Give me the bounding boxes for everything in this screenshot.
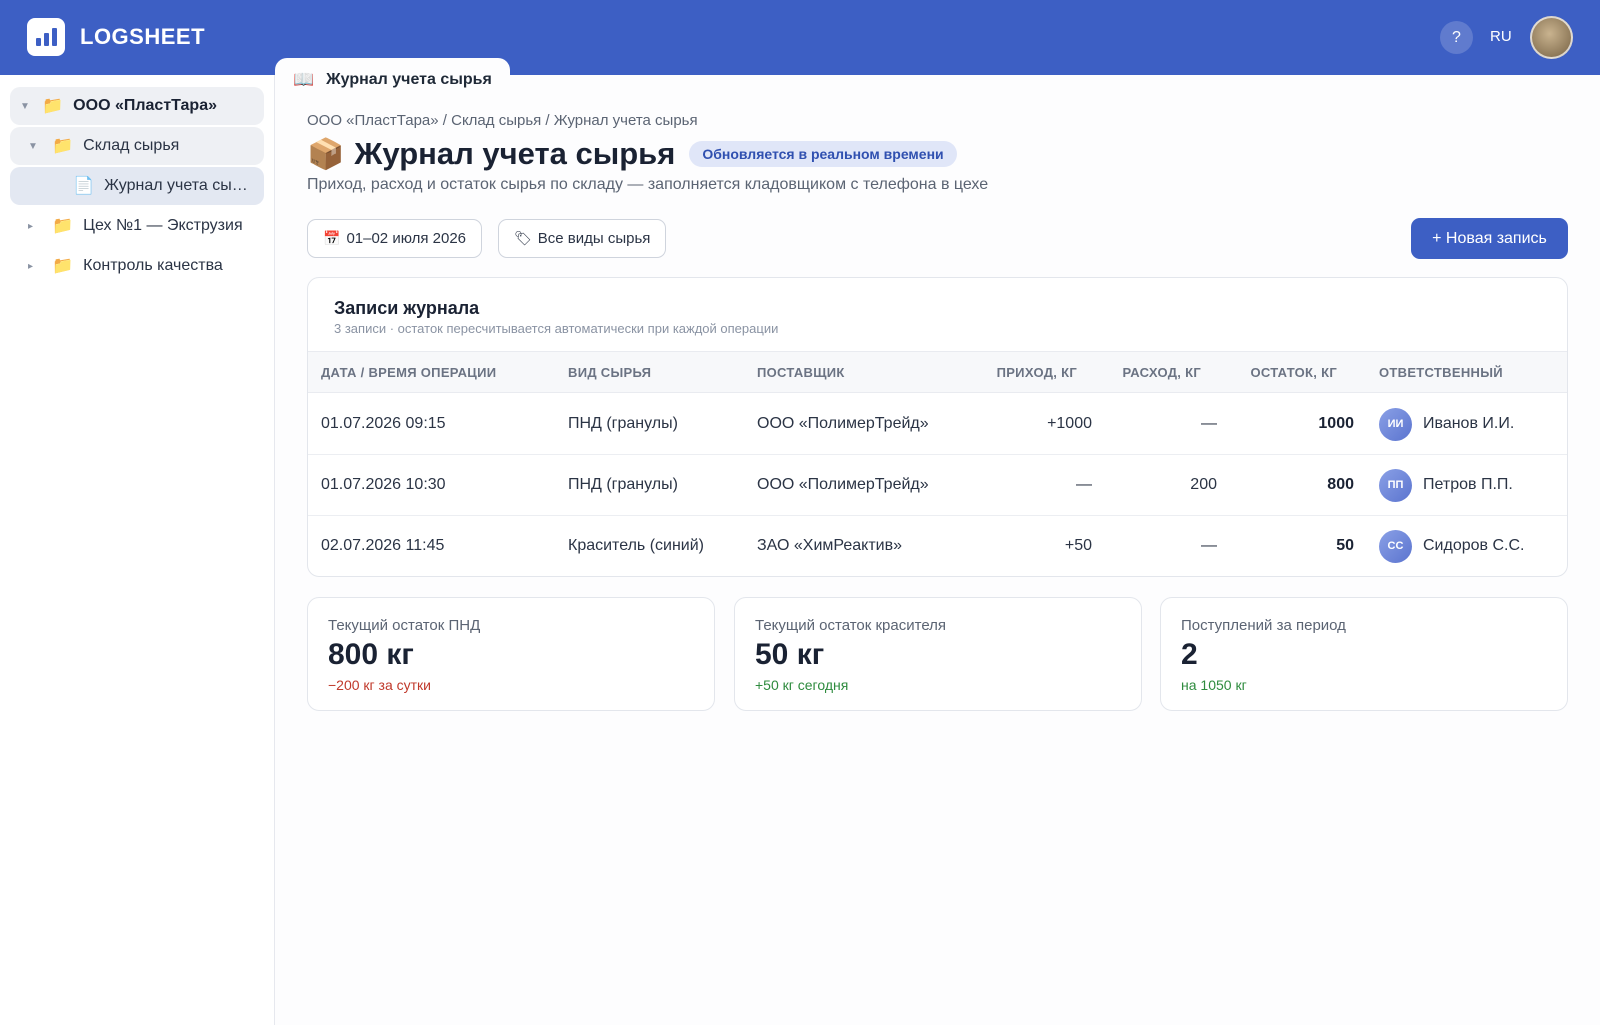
- cell-supplier: ЗАО «ХимРеактив»: [757, 537, 902, 554]
- date-filter-button[interactable]: 📅 01–02 июля 2026: [307, 219, 483, 258]
- column-header[interactable]: ОСТАТОК, КГ: [1250, 365, 1337, 380]
- stat-trend: на 1050 кг: [1181, 677, 1247, 693]
- top-bar: LOGSHEET ? RU: [0, 0, 1600, 75]
- cell-responsible: Сидоров С.С.: [1423, 537, 1525, 554]
- table-row[interactable]: 01.07.2026 10:30 ПНД (гранулы) ООО «Поли…: [308, 455, 1567, 516]
- language-switch[interactable]: RU: [1490, 28, 1512, 45]
- calendar-icon: 📅: [323, 230, 341, 246]
- cell-expense: 200: [1190, 476, 1217, 493]
- user-avatar[interactable]: [1530, 16, 1573, 59]
- page-title: Журнал учета сырья: [354, 136, 676, 171]
- cell-supplier: ООО «ПолимерТрейд»: [757, 415, 929, 432]
- cell-income: —: [1076, 476, 1092, 493]
- logo-chart-icon[interactable]: [27, 18, 65, 56]
- material-filter-button[interactable]: 🏷 Все виды сырья: [498, 219, 667, 258]
- table-header: ДАТА / ВРЕМЯ ОПЕРАЦИИ ВИД СЫРЬЯ ПОСТАВЩИ…: [308, 351, 1567, 393]
- cell-income: +1000: [1047, 415, 1092, 432]
- tree-item-warehouse[interactable]: ▼ 📁 Склад сырья: [10, 127, 264, 165]
- table-row[interactable]: 02.07.2026 11:45 Краситель (синий) ЗАО «…: [308, 516, 1567, 576]
- document-icon: 📄: [73, 176, 95, 195]
- new-record-button[interactable]: + Новая запись: [1411, 218, 1568, 259]
- folder-icon: 📁: [52, 256, 74, 275]
- brand-name: LOGSHEET: [80, 24, 206, 49]
- cell-balance: 800: [1327, 476, 1354, 493]
- cell-expense: —: [1201, 537, 1217, 554]
- avatar: СС: [1379, 530, 1412, 563]
- material-filter-label: Все виды сырья: [537, 230, 651, 247]
- cell-income: +50: [1064, 537, 1092, 554]
- card-subtitle: 3 записи · остаток пересчитывается автом…: [334, 321, 779, 336]
- card-title: Записи журнала: [334, 298, 480, 318]
- tree-item-company[interactable]: ▼ 📁 ООО «ПластТара»: [10, 87, 264, 125]
- stat-label: Текущий остаток ПНД: [328, 617, 481, 634]
- column-header[interactable]: ДАТА / ВРЕМЯ ОПЕРАЦИИ: [321, 365, 496, 380]
- tree-item-label: ООО «ПластТара»: [73, 97, 217, 114]
- avatar: ИИ: [1379, 408, 1412, 441]
- tree-item-label: Журнал учета сырья: [104, 177, 255, 194]
- help-button[interactable]: ?: [1440, 21, 1473, 54]
- stat-trend: +50 кг сегодня: [755, 677, 849, 693]
- cell-supplier: ООО «ПолимерТрейд»: [757, 476, 929, 493]
- chevron-down-icon[interactable]: ▼: [28, 141, 40, 152]
- book-icon: 📖: [293, 70, 315, 89]
- column-header[interactable]: ВИД СЫРЬЯ: [568, 365, 651, 380]
- tree-item-label: Склад сырья: [83, 137, 180, 154]
- stat-card-dye: Текущий остаток красителя 50 кг +50 кг с…: [734, 597, 1142, 711]
- tab-journal[interactable]: 📖 Журнал учета сырья: [275, 58, 510, 102]
- cell-datetime: 02.07.2026 11:45: [321, 537, 445, 554]
- tree-item-label: Цех №1 — Экструзия: [83, 217, 243, 234]
- breadcrumb[interactable]: ООО «ПластТара» / Склад сырья / Журнал у…: [307, 112, 698, 129]
- stat-value: 2: [1181, 638, 1198, 671]
- column-header[interactable]: ОТВЕТСТВЕННЫЙ: [1379, 365, 1503, 380]
- stat-label: Текущий остаток красителя: [755, 617, 947, 634]
- cell-material: Краситель (синий): [568, 537, 704, 554]
- cell-material: ПНД (гранулы): [568, 476, 678, 493]
- cell-responsible: Иванов И.И.: [1423, 415, 1515, 432]
- status-badge: Обновляется в реальном времени: [689, 141, 957, 167]
- column-header[interactable]: ПРИХОД, КГ: [997, 365, 1077, 380]
- cell-material: ПНД (гранулы): [568, 415, 678, 432]
- table-row[interactable]: 01.07.2026 09:15 ПНД (гранулы) ООО «Поли…: [308, 394, 1567, 455]
- column-header[interactable]: ПОСТАВЩИК: [757, 365, 845, 380]
- date-filter-label: 01–02 июля 2026: [346, 230, 467, 247]
- chevron-right-icon[interactable]: ▸: [28, 221, 40, 232]
- tree-item-journal[interactable]: 📄 Журнал учета сырья: [10, 167, 264, 205]
- stat-card-receipts: Поступлений за период 2 на 1050 кг: [1160, 597, 1568, 711]
- stat-label: Поступлений за период: [1181, 617, 1346, 634]
- folder-icon: 📁: [52, 136, 74, 155]
- page-subtitle: Приход, расход и остаток сырья по складу…: [307, 176, 989, 193]
- stat-value: 800 кг: [328, 638, 414, 671]
- sidebar-tree: ▼ 📁 ООО «ПластТара» ▼ 📁 Склад сырья 📄 Жу…: [0, 75, 275, 1025]
- tree-item-quality[interactable]: ▸ 📁 Контроль качества: [10, 247, 264, 285]
- tab-label: Журнал учета сырья: [326, 71, 492, 88]
- cell-datetime: 01.07.2026 10:30: [321, 476, 446, 493]
- stat-trend: −200 кг за сутки: [328, 677, 431, 693]
- stat-card-pnd: Текущий остаток ПНД 800 кг −200 кг за су…: [307, 597, 715, 711]
- chevron-down-icon[interactable]: ▼: [20, 101, 32, 112]
- folder-icon: 📁: [42, 96, 64, 115]
- stat-value: 50 кг: [755, 638, 825, 671]
- tree-item-label: Контроль качества: [83, 257, 223, 274]
- package-icon: 📦: [307, 137, 345, 171]
- cell-balance: 1000: [1318, 415, 1354, 432]
- title-row: 📦 Журнал учета сырья Обновляется в реаль…: [307, 136, 957, 172]
- cell-responsible: Петров П.П.: [1423, 476, 1513, 493]
- tag-icon: 🏷: [514, 230, 532, 246]
- cell-expense: —: [1201, 415, 1217, 432]
- avatar: ПП: [1379, 469, 1412, 502]
- journal-card: Записи журнала 3 записи · остаток пересч…: [307, 277, 1568, 577]
- cell-datetime: 01.07.2026 09:15: [321, 415, 446, 432]
- column-header[interactable]: РАСХОД, КГ: [1122, 365, 1201, 380]
- cell-balance: 50: [1336, 537, 1354, 554]
- chevron-right-icon[interactable]: ▸: [28, 261, 40, 272]
- folder-icon: 📁: [52, 216, 74, 235]
- tree-item-workshop[interactable]: ▸ 📁 Цех №1 — Экструзия: [10, 207, 264, 245]
